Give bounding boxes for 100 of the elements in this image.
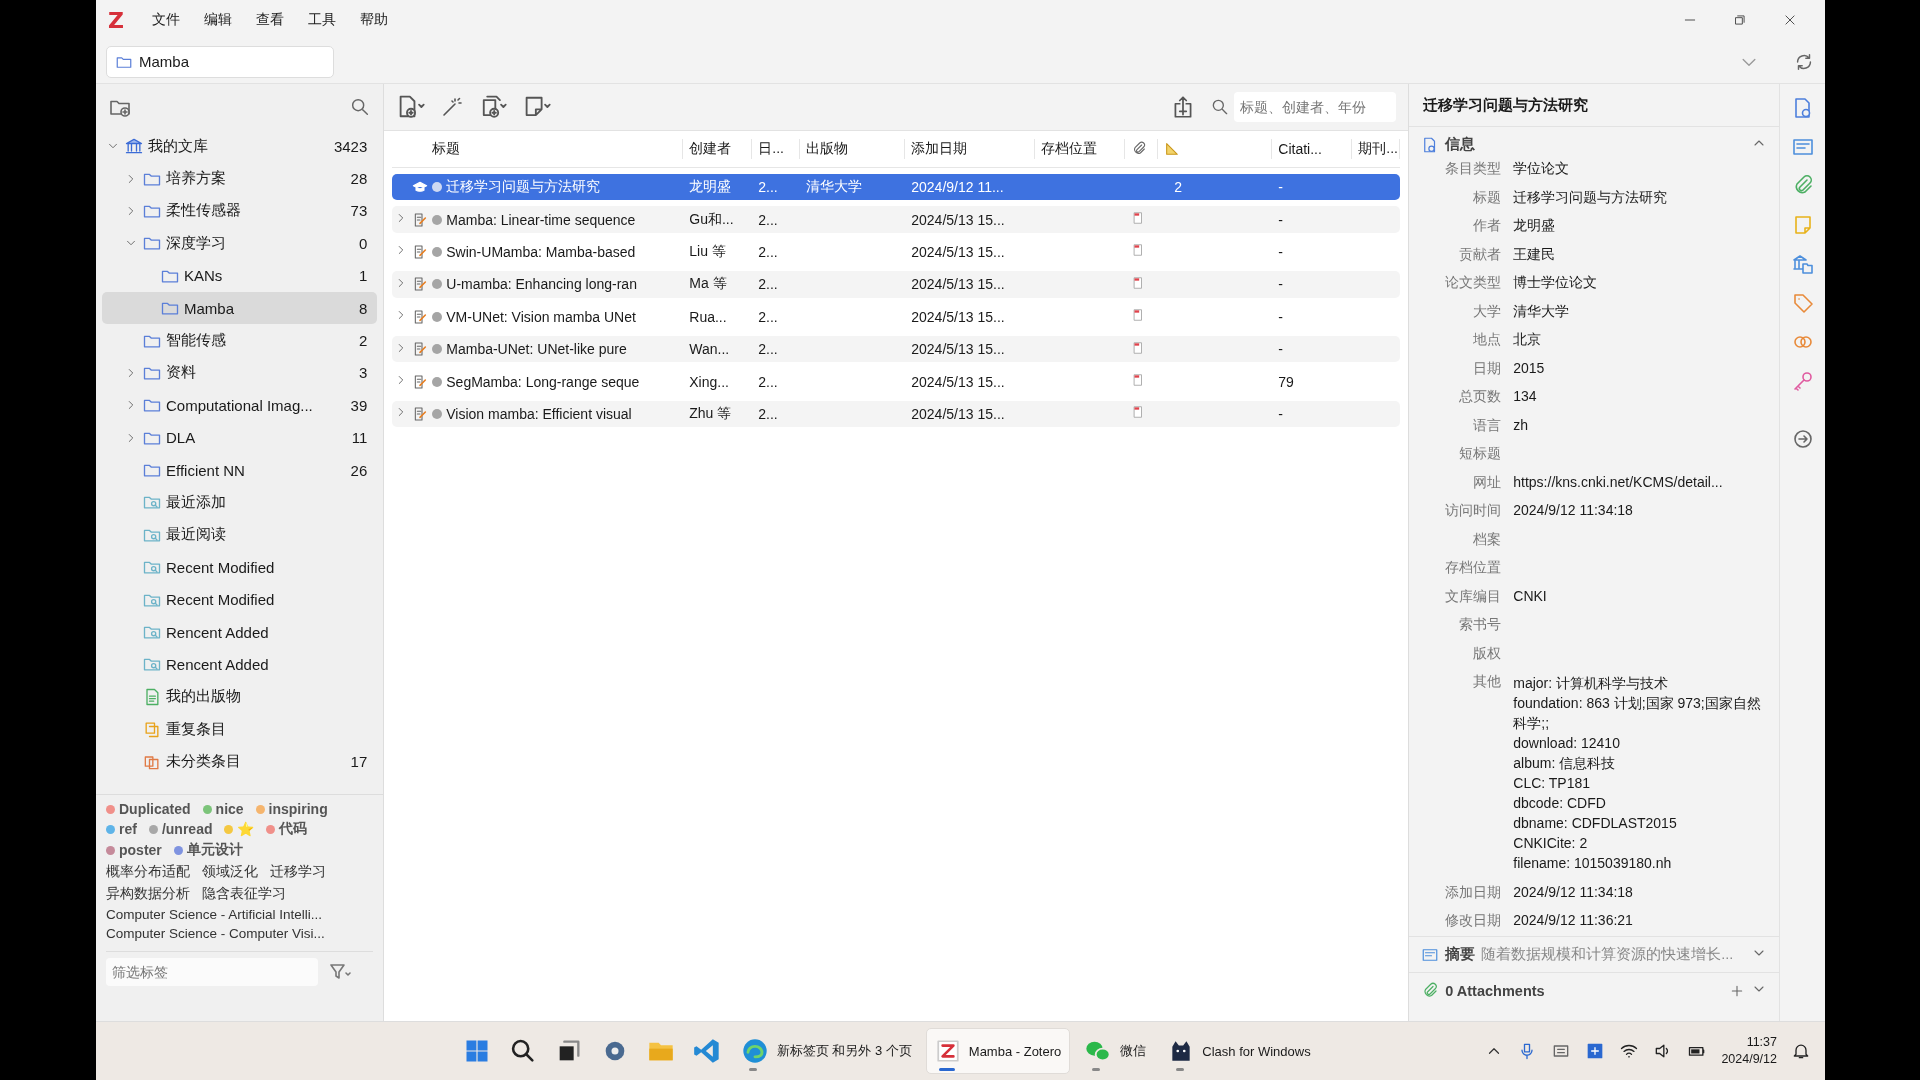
table-cell-text: Wan... [688, 341, 731, 358]
menu-item[interactable]: 帮助 [349, 7, 398, 33]
tag-filter-field[interactable]: 筛选标签 [106, 958, 318, 986]
column-header[interactable]: 标题 [392, 139, 684, 159]
field-value[interactable]: https://kns.cnki.net/KCMS/detail... [1513, 473, 1769, 492]
tag[interactable]: Duplicated [106, 801, 191, 817]
collection-item[interactable]: 未分类条目 17 [102, 745, 378, 778]
collection-item[interactable]: DLA 11 [102, 421, 378, 454]
tag[interactable]: Computer Science - Computer Visi... [106, 926, 325, 941]
column-header[interactable]: 日... [752, 139, 801, 159]
table-cell-text: Zhu 等 [688, 404, 733, 423]
field-value[interactable]: 2024/9/12 11:34:18 [1513, 883, 1769, 902]
field-value[interactable]: CNKI [1513, 587, 1769, 606]
collection-item[interactable]: 培养方案 28 [102, 162, 378, 195]
search-field[interactable]: 标题、创建者、年份 [1234, 92, 1397, 122]
menu-item[interactable]: 编辑 [193, 7, 242, 33]
collection-item[interactable]: 最近添加 [102, 486, 378, 519]
field-value[interactable]: zh [1513, 416, 1769, 435]
collection-item[interactable]: 智能传感 2 [102, 324, 378, 357]
tag[interactable]: ref [106, 820, 137, 838]
table-cell-text: 2024/5/13 15... [910, 243, 1006, 260]
column-header[interactable]: 存档位置 [1035, 139, 1126, 159]
table-cell-text: Xing... [688, 373, 730, 390]
table-row[interactable]: SegMamba: Long-range seque Xing... 2... 2024/5/13 15... 79 [392, 368, 1401, 395]
magic-wand-icon[interactable] [440, 95, 465, 119]
zotero-logo-icon [934, 1038, 961, 1064]
collection-item[interactable]: Efficient NN 26 [102, 453, 378, 487]
collection-item[interactable]: KANs 1 [102, 259, 378, 292]
field-value[interactable]: 博士学位论文 [1513, 274, 1769, 292]
field-value[interactable]: 北京 [1513, 331, 1769, 349]
library-folder-icon[interactable] [1790, 252, 1815, 276]
clock[interactable]: 11:37 2024/9/12 [1721, 1034, 1777, 1068]
table-row[interactable]: Vision mamba: Efficient visual Zhu 等 2... 2024/5/13 15... - [392, 400, 1401, 428]
tag[interactable]: 单元设计 [173, 841, 243, 859]
tag[interactable]: 隐含表征学习 [202, 885, 286, 903]
tag[interactable]: 迁移学习 [270, 863, 326, 881]
tag[interactable]: 异构数据分析 [106, 885, 190, 903]
collection-item[interactable]: Mamba 8 [102, 291, 378, 325]
tag[interactable]: 领域泛化 [202, 863, 258, 881]
table-cell-text: 79 [1277, 373, 1295, 390]
table-row[interactable]: Mamba: Linear-time sequence Gu和... 2... 2024/5/13 15... - [392, 206, 1401, 233]
tag[interactable]: inspiring [255, 801, 328, 817]
table-row[interactable]: U-mamba: Enhancing long-ran Ma 等 2... 2024/5/13 15... - [392, 271, 1401, 298]
field-value: filename: 1015039180.nh [1513, 854, 1673, 873]
taskbar-app[interactable]: Mamba - Zotero [925, 1028, 1071, 1074]
collection-selector[interactable]: Mamba [106, 45, 334, 78]
tag[interactable]: 代码 [266, 820, 308, 838]
table-cell: 清华大学 [806, 178, 863, 195]
field-label: 索书号 [1458, 616, 1502, 634]
table-row[interactable]: Swin-UMamba: Mamba-based Liu 等 2... 2024/5/13 15... - [392, 238, 1401, 266]
tag[interactable]: /unread [148, 820, 213, 838]
field-value[interactable]: 龙明盛 [1513, 217, 1769, 235]
table-cell-text: 2024/5/13 15... [910, 405, 1006, 422]
taskbar-app[interactable]: 微信 [1076, 1029, 1155, 1073]
collection-item[interactable]: 最近阅读 [102, 518, 378, 552]
app-logo: Z [108, 7, 124, 33]
table-row[interactable]: 迁移学习问题与方法研究 龙明盛 2... 清华大学 2024/9/12 11... 2 - [392, 174, 1401, 201]
table-cell-text: - [1277, 211, 1284, 228]
collection-item[interactable]: Rencent Added [102, 648, 378, 681]
field-label: 版权 [1472, 644, 1502, 663]
collection-item[interactable]: 柔性传感器 73 [102, 194, 378, 228]
field-value[interactable]: 2015 [1513, 359, 1769, 378]
column-header[interactable]: 出版物 [800, 139, 906, 159]
column-header[interactable]: 创建者 [683, 139, 753, 159]
tag[interactable]: Computer Science - Artificial Intelli... [106, 907, 323, 922]
menu-item[interactable]: 查看 [245, 7, 294, 33]
taskbar-app[interactable]: Clash for Windows [1160, 1029, 1319, 1073]
collection-item[interactable]: 深度学习 0 [102, 227, 378, 260]
taskbar-app[interactable]: 新标签页 和另外 3 个页 [732, 1029, 920, 1073]
collection-item[interactable]: Recent Modified [102, 583, 378, 616]
code-editor-icon[interactable] [692, 1037, 721, 1065]
field-value[interactable]: 清华大学 [1513, 302, 1769, 321]
collection-item[interactable]: 资料 3 [102, 356, 378, 390]
collection-item[interactable]: 重复条目 [102, 713, 378, 746]
column-header[interactable]: 添加日期 [905, 139, 1036, 159]
restore-icon[interactable] [1733, 13, 1747, 27]
collection-item[interactable]: Recent Modified [102, 551, 378, 584]
field-value[interactable]: 学位论文 [1513, 160, 1769, 178]
collection-item[interactable]: 我的文库 3423 [102, 130, 378, 163]
column-header[interactable]: 期刊... [1352, 139, 1401, 159]
tag[interactable]: 概率分布适配 [106, 863, 190, 881]
field-value[interactable]: 134 [1513, 388, 1769, 406]
menu-item[interactable]: 文件 [141, 7, 190, 33]
close-icon[interactable] [1783, 13, 1797, 27]
tag[interactable]: nice [202, 801, 244, 817]
field-value[interactable]: 2024/9/12 11:36:21 [1513, 912, 1769, 930]
tag[interactable]: poster [106, 841, 162, 859]
table-row[interactable]: Mamba-UNet: UNet-like pure Wan... 2... 2024/5/13 15... - [392, 335, 1401, 363]
menu-item[interactable]: 工具 [297, 7, 346, 33]
column-header[interactable]: Citati... [1272, 139, 1353, 159]
collection-item[interactable]: 我的出版物 [102, 680, 378, 714]
table-row[interactable]: VM-UNet: Vision mamba UNet Rua... 2... 2024/5/13 15... - [392, 303, 1401, 330]
field-value[interactable]: 王建民 [1513, 245, 1769, 264]
status-dot [432, 344, 443, 355]
collection-item[interactable]: Computational Imag... 39 [102, 389, 378, 422]
field-value[interactable]: 2024/9/12 11:34:18 [1513, 502, 1769, 520]
status-dot [432, 376, 443, 387]
collection-item[interactable]: Rencent Added [102, 615, 378, 649]
field-value[interactable]: 迁移学习问题与方法研究 [1513, 188, 1769, 207]
document-pen-icon [412, 373, 429, 390]
